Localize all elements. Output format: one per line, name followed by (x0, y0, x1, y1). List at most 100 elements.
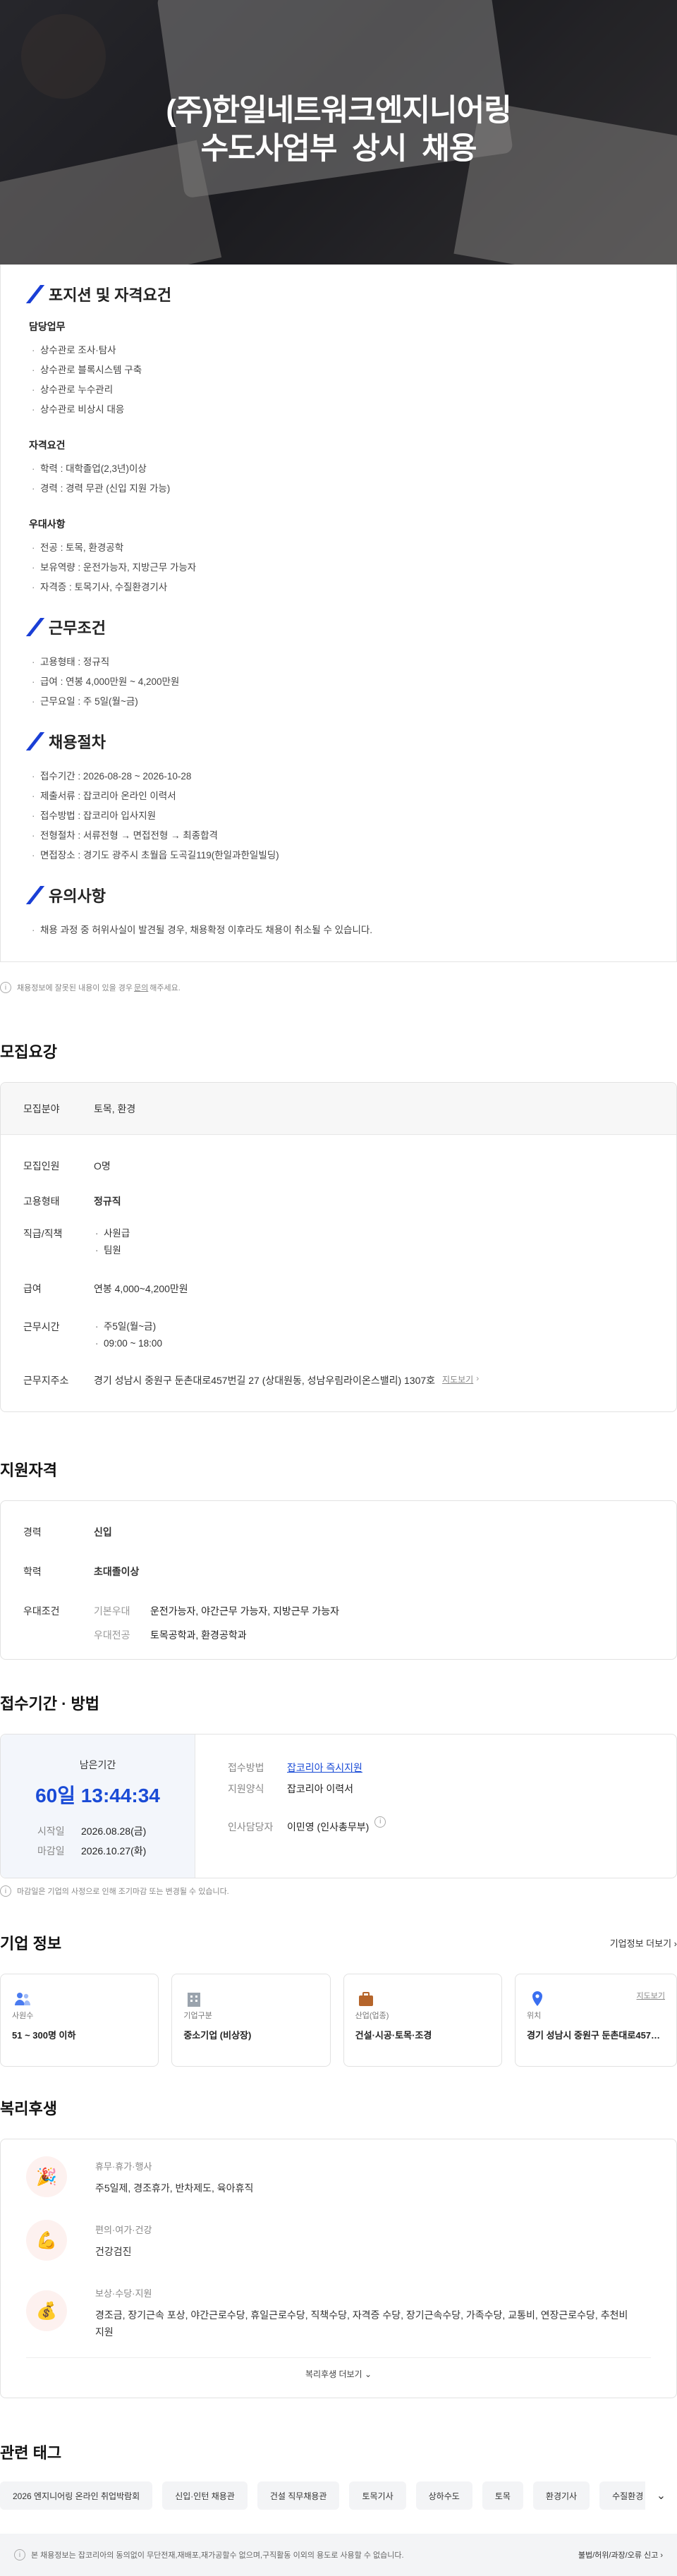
tags-section: 관련 태그 2026 엔지니어링 온라인 취업박람회 신입·인턴 채용관 건설 … (0, 2441, 677, 2510)
list-item: 접수기간 : 2026-08-28 ~ 2026-10-28 (29, 767, 648, 786)
info-icon: i (0, 982, 11, 993)
moneybag-icon: 💰 (26, 2290, 67, 2331)
pref-list: 전공 : 토목, 환경공학 보유역량 : 운전가능자, 지방근무 가능자 자격증… (29, 538, 648, 597)
period-section: 접수기간 · 방법 남은기간 60일 13:44:34 시작일 2026.08.2… (0, 1691, 677, 1897)
tag-item[interactable]: 신입·인턴 채용관 (162, 2481, 248, 2510)
list-item: 자격증 : 토목기사, 수질환경기사 (29, 578, 648, 597)
benefit-item: 💰 보상·수당·지원 경조금, 장기근속 포상, 야간근로수당, 휴일근로수당, … (1, 2261, 676, 2340)
recruit-row-hours: 근무시간 주5일(월~금)09:00 ~ 18:00 (1, 1318, 676, 1352)
chevron-right-icon: › (476, 1373, 480, 1383)
qual-list: 학력 : 대학졸업(2,3년)이상 경력 : 경력 무관 (신입 지원 가능) (29, 459, 648, 499)
deadline-notice: i 마감일은 기업의 사정으로 인해 조기마감 또는 변경될 수 있습니다. (0, 1878, 677, 1897)
recruit-box: 모집분야토목, 환경 모집인원O명 고용형태정규직 직급/직책 사원급팀원 급여… (0, 1082, 677, 1412)
duties-list: 상수관로 조사·탐사 상수관로 블록시스템 구축 상수관로 누수관리 상수관로 … (29, 341, 648, 420)
tag-item[interactable]: 토목기사 (349, 2481, 406, 2510)
apply-section: 지원자격 경력 신입 학력 초대졸이상 우대조건 기본우대 운전가능자, 야간근무 가… (0, 1458, 677, 1660)
company-card-type: 기업구분 중소기업 (비상장) (171, 1974, 331, 2067)
recruit-section: 모집요강 모집분야토목, 환경 모집인원O명 고용형태정규직 직급/직책 사원급… (0, 1040, 677, 1412)
section-title-tags: 관련 태그 (0, 2444, 62, 2462)
list-item: 팀원 (94, 1242, 130, 1259)
muscle-icon: 💪 (26, 2220, 67, 2261)
process-list: 접수기간 : 2026-08-28 ~ 2026-10-28 제출서류 : 잡코… (29, 767, 648, 865)
map-link[interactable]: 지도보기 (637, 1990, 665, 2001)
report-link[interactable]: 불법/허위/과장/오류 신고 › (578, 2549, 663, 2560)
section-title-conditions: 근무조건 (25, 616, 648, 638)
apply-row-pref: 우대조건 기본우대 운전가능자, 야간근무 가능자, 지방근무 가능자 우대전공 토… (23, 1605, 340, 1641)
benefit-box: 🎉 휴무·휴가·행사 주5일제, 경조휴가, 반차제도, 육아휴직 💪 편의·여가… (0, 2139, 677, 2398)
tag-item[interactable]: 토목 (482, 2481, 523, 2510)
section-title-period: 접수기간 · 방법 (0, 1695, 99, 1713)
list-item: 전공 : 토목, 환경공학 (29, 538, 648, 558)
list-item: 면접장소 : 경기도 광주시 초월읍 도곡길119(한일과한일빌딩) (29, 846, 648, 865)
list-item: 전형절차 : 서류전형 → 면접전형 → 최종합격 (29, 826, 648, 846)
instant-apply-link[interactable]: 잡코리아 즉시지원 (287, 1757, 362, 1778)
list-item: 채용 과정 중 허위사실이 발견될 경우, 채용확정 이후라도 채용이 취소될 … (29, 921, 648, 940)
briefcase-icon (358, 1992, 373, 2006)
list-item: 접수방법 : 잡코리아 입사지원 (29, 806, 648, 826)
tag-item[interactable]: 2026 엔지니어링 온라인 취업박람회 (0, 2481, 153, 2510)
info-icon: i (0, 1885, 11, 1897)
people-icon (15, 1993, 30, 2005)
company-section: 기업 정보 기업정보 더보기 › 사원수 51 ~ 300명 이하 기업구분 중소기… (0, 1931, 677, 2067)
list-item: 제출서류 : 잡코리아 온라인 이력서 (29, 786, 648, 806)
footer-bar: i 본 채용정보는 잡코리아의 동의없이 무단전재,재배포,재가공할수 없으며,… (0, 2534, 677, 2576)
list-item: 학력 : 대학졸업(2,3년)이상 (29, 459, 648, 479)
apply-row-edu: 학력 초대졸이상 (23, 1566, 140, 1577)
map-link[interactable]: 지도보기 (442, 1373, 473, 1387)
section-title-process: 채용절차 (25, 730, 648, 753)
tag-item[interactable]: 건설 직무채용관 (257, 2481, 340, 2510)
remaining-time-panel: 남은기간 60일 13:44:34 시작일 2026.08.28(금) 마감일 20… (1, 1734, 195, 1878)
list-item: 경력 : 경력 무관 (신입 지원 가능) (29, 479, 648, 499)
list-item: 사원급 (94, 1225, 130, 1242)
report-notice: i 채용정보에 잘못된 내용이 있을 경우 문의 해주세요. (0, 962, 677, 1002)
list-item: 상수관로 누수관리 (29, 380, 648, 400)
qual-label: 자격요건 (29, 439, 66, 451)
duties-label: 담당업무 (29, 321, 66, 332)
list-item: 보유역량 : 운전가능자, 지방근무 가능자 (29, 558, 648, 578)
conditions-list: 고용형태 : 정규직 급여 : 연봉 4,000만원 ~ 4,200만원 근무요… (29, 652, 648, 712)
recruit-row-address: 근무지주소 경기 성남시 중원구 둔촌대로457번길 27 (상대원동, 성남우림… (23, 1373, 480, 1387)
recruit-row-pay: 급여 연봉 4,000~4,200만원 (23, 1283, 188, 1294)
list-item: 고용형태 : 정규직 (29, 652, 648, 672)
job-detail-card: 포지션 및 자격요건 담당업무 상수관로 조사·탐사 상수관로 블록시스템 구축… (0, 265, 677, 962)
section-title-company: 기업 정보 (0, 1935, 62, 1952)
tag-item[interactable]: 수질환경 (599, 2481, 645, 2510)
list-item: 주5일(월~금) (94, 1318, 162, 1335)
list-item: 상수관로 블록시스템 구축 (29, 360, 648, 380)
list-item: 급여 : 연봉 4,000만원 ~ 4,200만원 (29, 672, 648, 692)
recruit-row-field: 모집분야 토목, 환경 (1, 1083, 676, 1135)
company-more-link[interactable]: 기업정보 더보기 › (610, 1936, 677, 1950)
section-title-recruit: 모집요강 (0, 1043, 57, 1061)
remaining-time: 60일 13:44:34 (35, 1785, 160, 1806)
company-card-location: 지도보기 위치경기 성남시 중원구 둔촌대로457번길 27 (514, 1974, 677, 2067)
footer-text: 본 채용정보는 잡코리아의 동의없이 무단전재,재배포,재가공할수 없으며,구직… (31, 2551, 404, 2560)
party-icon: 🎉 (26, 2156, 67, 2197)
map-pin-icon (532, 1991, 542, 2006)
inquiry-link[interactable]: 문의 (134, 982, 148, 993)
list-item: 상수관로 비상시 대응 (29, 400, 648, 420)
benefit-more-button[interactable]: 복리후생 더보기 ⌄ (26, 2357, 651, 2380)
section-title-benefit: 복리후생 (0, 2100, 57, 2118)
section-title-position: 포지션 및 자격요건 (25, 283, 648, 305)
list-item: 상수관로 조사·탐사 (29, 341, 648, 360)
pref-label: 우대사항 (29, 518, 66, 530)
apply-method-panel: 접수방법 잡코리아 즉시지원 지원양식 잡코리아 이력서 인사담당자 이민영 (인사총… (195, 1734, 391, 1878)
company-card-employees: 사원수 51 ~ 300명 이하 (0, 1974, 159, 2067)
info-icon: i (14, 2549, 25, 2560)
hero-banner: (주)한일네트워크엔지니어링 수도사업부 상시 채용 (0, 0, 677, 265)
page: (주)한일네트워크엔지니어링 수도사업부 상시 채용 포지션 및 자격요건 담당… (0, 0, 677, 2576)
tag-item[interactable]: 상하수도 (415, 2481, 472, 2510)
caution-list: 채용 과정 중 허위사실이 발견될 경우, 채용확정 이후라도 채용이 취소될 … (29, 921, 648, 940)
chevron-down-icon[interactable]: ⌄ (645, 2489, 677, 2503)
recruit-row-type: 고용형태 정규직 (23, 1196, 121, 1207)
hero-title-line2: 수도사업부 상시 채용 (200, 132, 477, 166)
benefit-section: 복리후생 🎉 휴무·휴가·행사 주5일제, 경조휴가, 반차제도, 육아휴직 💪 … (0, 2096, 677, 2398)
section-title-apply: 지원자격 (0, 1462, 57, 1479)
info-icon[interactable]: i (374, 1816, 386, 1828)
company-card-industry: 산업(업종) 건설·시공·토목·조경 (343, 1974, 502, 2067)
benefit-item: 🎉 휴무·휴가·행사 주5일제, 경조휴가, 반차제도, 육아휴직 (1, 2139, 676, 2197)
list-item: 09:00 ~ 18:00 (94, 1335, 162, 1352)
hero-title: (주)한일네트워크엔지니어링 수도사업부 상시 채용 (0, 92, 677, 168)
tag-item[interactable]: 환경기사 (532, 2481, 590, 2510)
company-cards: 사원수 51 ~ 300명 이하 기업구분 중소기업 (비상장) 산업(업종) 건설·… (0, 1974, 677, 2067)
